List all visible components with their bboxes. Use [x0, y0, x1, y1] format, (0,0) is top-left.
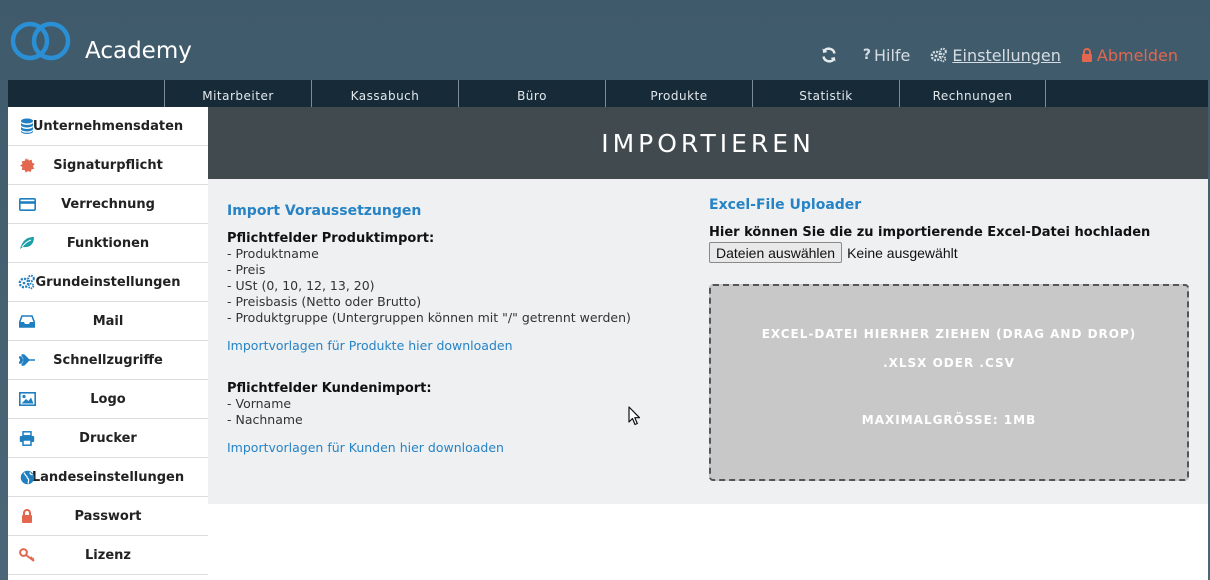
sidebar-item-label: Funktionen [66, 235, 150, 251]
tab-produkte[interactable]: Produkte [605, 80, 752, 107]
page-title: IMPORTIEREN [208, 107, 1208, 179]
main-panel: IMPORTIEREN Import Voraussetzungen Pflic… [208, 107, 1208, 580]
import-content: Import Voraussetzungen Pflichtfelder Pro… [208, 179, 1208, 504]
dropzone-max-size: MAXIMALGRÖSSE: 1MB [861, 413, 1037, 427]
product-template-download-link[interactable]: Importvorlagen für Produkte hier downloa… [227, 338, 677, 353]
lock-icon [1081, 48, 1092, 62]
app-header: Academy ? Hilfe Einstellungen Abmelden [0, 0, 1210, 80]
sidebar-item-passwort[interactable]: Passwort [8, 497, 208, 536]
customer-fields-title: Pflichtfelder Kundenimport: [227, 381, 432, 396]
customer-field: - Nachname [227, 412, 303, 427]
printer-icon [19, 430, 35, 446]
help-link[interactable]: ? Hilfe [863, 46, 911, 65]
inbox-icon [19, 314, 35, 328]
uploader-heading: Excel-File Uploader [709, 197, 862, 213]
gears-icon [18, 274, 35, 290]
sidebar-item-label: Schnellzugriffe [53, 352, 163, 368]
main-nav: Mitarbeiter Kassabuch Büro Produkte Stat… [8, 80, 1208, 107]
key-icon [18, 548, 35, 562]
sidebar-item-verrechnung[interactable]: Verrechnung [8, 185, 208, 224]
logout-link[interactable]: Abmelden [1081, 46, 1178, 65]
dropzone-instruction: EXCEL-DATEI HIERHER ZIEHEN (DRAG AND DRO… [761, 327, 1137, 341]
sidebar-item-label: Landeseinstellungen [31, 469, 185, 485]
lock-icon [22, 509, 32, 523]
uploader-hint: Hier können Sie die zu importierende Exc… [709, 225, 1151, 240]
sidebar-item-unternehmensdaten[interactable]: Unternehmensdaten [8, 107, 208, 146]
sidebar-item-label: Grundeinstellungen [35, 274, 181, 290]
sidebar-item-grundeinstellungen[interactable]: Grundeinstellungen [8, 263, 208, 302]
no-file-selected-text: Keine ausgewählt [847, 244, 958, 261]
sidebar-item-lizenz[interactable]: Lizenz [8, 536, 208, 575]
tab-kassabuch[interactable]: Kassabuch [311, 80, 458, 107]
tab-mitarbeiter[interactable]: Mitarbeiter [164, 80, 311, 107]
tab-rechnungen[interactable]: Rechnungen [899, 80, 1046, 107]
plane-icon [18, 354, 35, 366]
customer-field: - Vorname [227, 396, 292, 411]
sidebar-item-label: Mail [92, 313, 124, 329]
sidebar-item-landeseinstellungen[interactable]: Landeseinstellungen [8, 458, 208, 497]
logout-label: Abmelden [1096, 45, 1178, 65]
seal-icon [19, 157, 35, 173]
settings-sidebar: Unternehmensdaten Signaturpflicht Verrec… [8, 107, 208, 580]
sidebar-item-schnellzugriffe[interactable]: Schnellzugriffe [8, 341, 208, 380]
sidebar-item-label: Signaturpflicht [53, 157, 163, 173]
top-actions: ? Hilfe Einstellungen Abmelden [821, 44, 1210, 66]
product-field: - Preis [227, 262, 266, 277]
drag-and-drop-zone[interactable]: EXCEL-DATEI HIERHER ZIEHEN (DRAG AND DRO… [709, 284, 1189, 481]
gears-icon [931, 47, 948, 63]
sidebar-item-label: Verrechnung [61, 196, 155, 212]
credit-card-icon [18, 197, 36, 211]
refresh-icon [822, 47, 836, 63]
product-fields-title: Pflichtfelder Produktimport: [227, 231, 435, 246]
sidebar-item-label: Drucker [79, 430, 137, 446]
sidebar-item-label: Passwort [74, 508, 142, 524]
dropzone-formats: .XLSX ODER .CSV [883, 356, 1015, 370]
tab-statistik[interactable]: Statistik [752, 80, 899, 107]
leaf-icon [20, 237, 34, 249]
sidebar-item-label: Lizenz [85, 547, 131, 563]
sidebar-item-drucker[interactable]: Drucker [8, 419, 208, 458]
sidebar-item-funktionen[interactable]: Funktionen [8, 224, 208, 263]
question-icon: ? [862, 47, 871, 63]
product-field: - Preisbasis (Netto oder Brutto) [227, 294, 422, 309]
sidebar-item-logo[interactable]: Logo [8, 380, 208, 419]
academy-logo-icon[interactable] [10, 18, 72, 66]
database-icon [21, 118, 33, 134]
sidebar-item-label: Unternehmensdaten [32, 118, 184, 134]
customer-template-download-link[interactable]: Importvorlagen für Kunden hier downloade… [227, 440, 677, 455]
sidebar-item-label: Logo [90, 391, 126, 407]
product-field: - Produktname [227, 246, 319, 261]
sidebar-item-mail[interactable]: Mail [8, 302, 208, 341]
app-title: Academy [85, 38, 192, 64]
requirements-heading: Import Voraussetzungen [227, 203, 422, 219]
choose-files-button[interactable]: Dateien auswählen [709, 242, 843, 263]
sidebar-item-signaturpflicht[interactable]: Signaturpflicht [8, 146, 208, 185]
tab-buero[interactable]: Büro [458, 80, 605, 107]
file-input: Dateien auswählen Keine ausgewählt [709, 242, 1189, 263]
image-icon [18, 392, 36, 406]
refresh-button[interactable] [821, 47, 841, 63]
import-requirements: Import Voraussetzungen Pflichtfelder Pro… [227, 203, 677, 455]
settings-label: Einstellungen [952, 45, 1061, 65]
product-field: - Produktgruppe (Untergruppen können mit… [227, 310, 631, 325]
help-label: Hilfe [874, 45, 911, 65]
settings-link[interactable]: Einstellungen [930, 45, 1061, 65]
globe-icon [20, 470, 34, 484]
excel-uploader: Excel-File Uploader Hier können Sie die … [709, 197, 1189, 481]
mouse-cursor-icon [628, 406, 641, 426]
product-field: - USt (0, 10, 12, 13, 20) [227, 278, 375, 293]
